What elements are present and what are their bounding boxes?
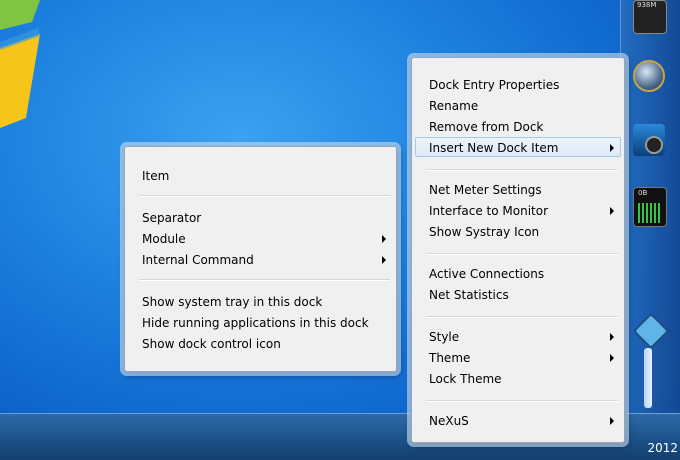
submenu-item-show-dock-control-icon[interactable]: Show dock control icon xyxy=(128,333,393,353)
submenu-arrow-icon xyxy=(610,144,614,152)
submenu-arrow-icon xyxy=(610,417,614,425)
submenu-arrow-icon xyxy=(382,235,386,243)
menu-item-label: Net Statistics xyxy=(429,288,509,302)
menu-item-nexus[interactable]: NeXuS xyxy=(415,410,621,430)
net-meter-label: 0B xyxy=(638,189,648,197)
menu-separator xyxy=(139,195,390,197)
dock-panel: 938M 0B xyxy=(620,0,680,459)
menu-item-label: Theme xyxy=(429,351,471,365)
menu-separator xyxy=(139,279,390,281)
dock-context-menu: Dock Entry Properties Rename Remove from… xyxy=(411,57,625,443)
submenu-arrow-icon xyxy=(610,207,614,215)
submenu-item-module[interactable]: Module xyxy=(128,228,393,248)
settings-icon[interactable] xyxy=(632,312,670,350)
submenu-item-hide-running-apps[interactable]: Hide running applications in this dock xyxy=(128,312,393,332)
submenu-arrow-icon xyxy=(610,333,614,341)
menu-item-label: Style xyxy=(429,330,460,344)
taskbar-clock[interactable]: 2012 xyxy=(647,441,678,455)
menu-separator xyxy=(426,253,618,255)
windows-logo-fragment xyxy=(0,0,40,128)
camera-lens xyxy=(645,136,663,154)
menu-item-label: Module xyxy=(142,232,186,246)
menu-item-show-systray-icon[interactable]: Show Systray Icon xyxy=(415,221,621,241)
menu-item-remove-from-dock[interactable]: Remove from Dock xyxy=(415,116,621,136)
menu-item-label: Hide running applications in this dock xyxy=(142,316,369,330)
camera-icon[interactable] xyxy=(633,124,665,156)
menu-item-lock-theme[interactable]: Lock Theme xyxy=(415,368,621,388)
menu-item-label: Active Connections xyxy=(429,267,545,281)
menu-item-label: NeXuS xyxy=(429,414,469,428)
menu-item-active-connections[interactable]: Active Connections xyxy=(415,263,621,283)
menu-item-net-meter-settings[interactable]: Net Meter Settings xyxy=(415,179,621,199)
menu-item-label: Rename xyxy=(429,99,479,113)
menu-item-label: Net Meter Settings xyxy=(429,183,542,197)
memory-meter-label: 938M xyxy=(637,1,657,9)
memory-meter-icon[interactable]: 938M xyxy=(633,0,667,34)
net-meter-graph xyxy=(638,203,660,223)
insert-dock-item-submenu: Item Separator Module Internal Command S… xyxy=(124,146,397,372)
menu-item-label: Show system tray in this dock xyxy=(142,295,323,309)
submenu-item-item[interactable]: Item xyxy=(128,165,393,185)
menu-separator xyxy=(426,400,618,402)
menu-item-label: Item xyxy=(142,169,170,183)
submenu-item-separator[interactable]: Separator xyxy=(128,207,393,227)
menu-item-label: Show dock control icon xyxy=(142,337,281,351)
net-meter-icon[interactable]: 0B xyxy=(633,187,667,227)
menu-separator xyxy=(426,316,618,318)
menu-item-label: Dock Entry Properties xyxy=(429,78,560,92)
submenu-item-internal-command[interactable]: Internal Command xyxy=(128,249,393,269)
menu-item-dock-entry-properties[interactable]: Dock Entry Properties xyxy=(415,74,621,94)
menu-item-label: Interface to Monitor xyxy=(429,204,549,218)
menu-item-style[interactable]: Style xyxy=(415,326,621,346)
menu-item-label: Lock Theme xyxy=(429,372,502,386)
menu-item-theme[interactable]: Theme xyxy=(415,347,621,367)
menu-item-interface-to-monitor[interactable]: Interface to Monitor xyxy=(415,200,621,220)
menu-item-label: Remove from Dock xyxy=(429,120,544,134)
submenu-arrow-icon xyxy=(610,354,614,362)
dock-scroll-handle[interactable] xyxy=(644,348,652,408)
menu-item-net-statistics[interactable]: Net Statistics xyxy=(415,284,621,304)
submenu-item-show-system-tray[interactable]: Show system tray in this dock xyxy=(128,291,393,311)
menu-item-label: Show Systray Icon xyxy=(429,225,540,239)
menu-item-insert-new-dock-item[interactable]: Insert New Dock Item xyxy=(415,137,621,157)
globe-icon[interactable] xyxy=(633,60,665,92)
menu-separator xyxy=(426,169,618,171)
menu-item-label: Internal Command xyxy=(142,253,254,267)
submenu-arrow-icon xyxy=(382,256,386,264)
menu-item-label: Separator xyxy=(142,211,202,225)
menu-item-rename[interactable]: Rename xyxy=(415,95,621,115)
menu-item-label: Insert New Dock Item xyxy=(429,141,559,155)
